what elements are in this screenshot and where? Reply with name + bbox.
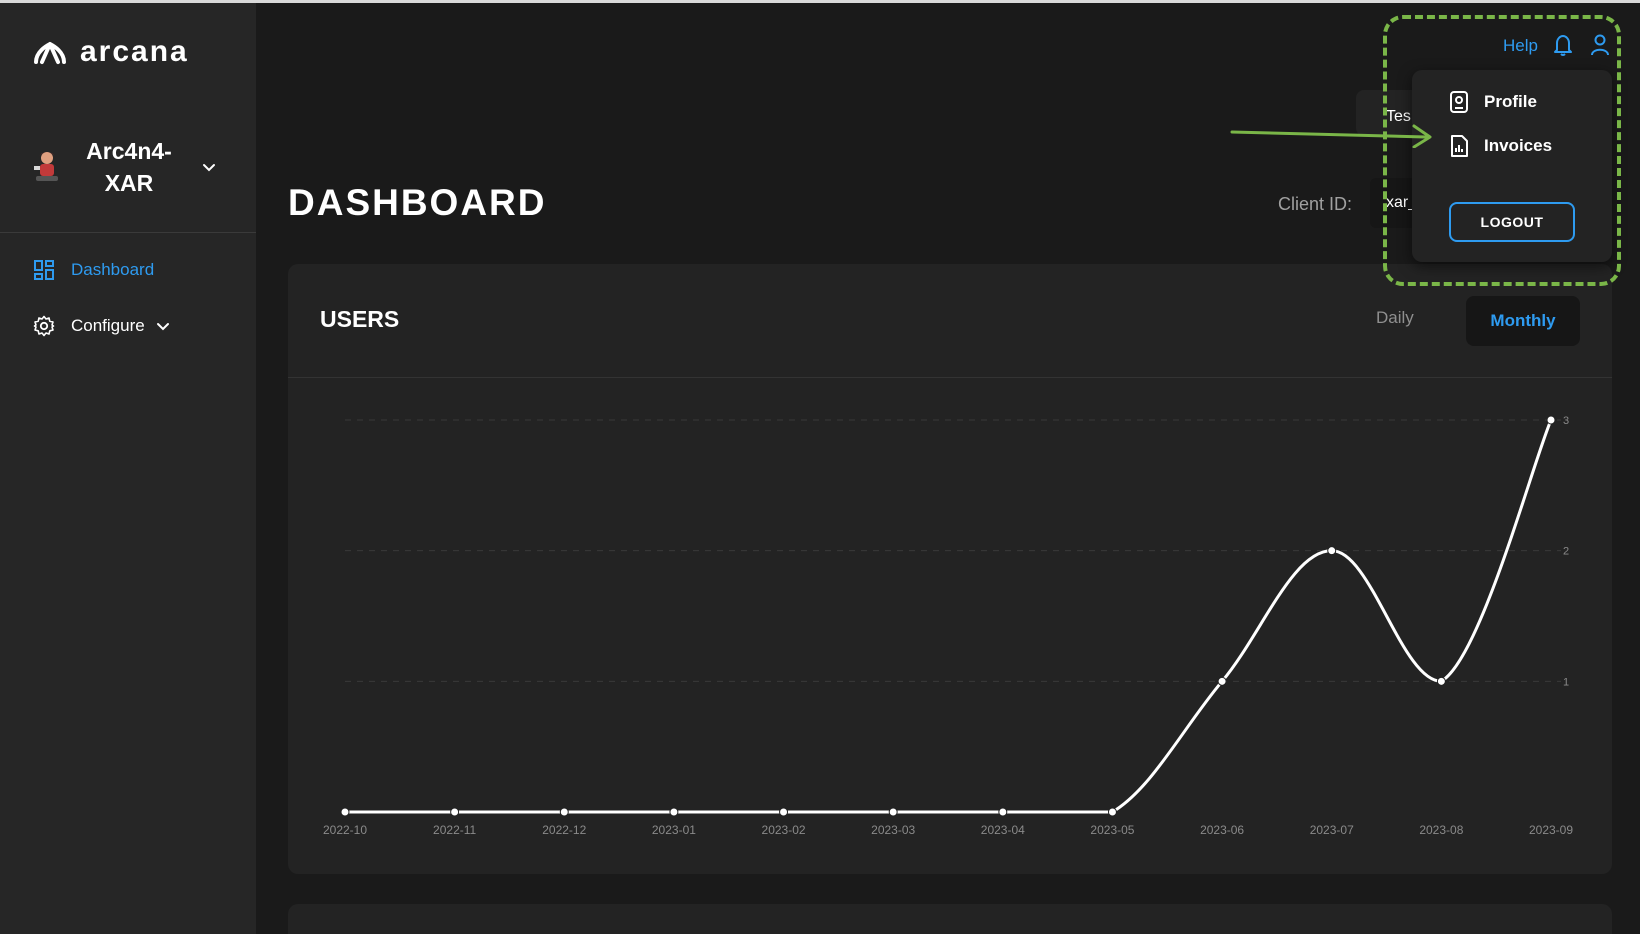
data-point — [669, 807, 679, 817]
gear-icon — [33, 315, 55, 337]
y-tick-label: 3 — [1563, 415, 1569, 427]
dashboard-icon — [34, 260, 54, 280]
sidebar-item-dashboard[interactable]: Dashboard — [33, 259, 154, 281]
x-tick-label: 2023-05 — [1090, 823, 1134, 837]
logout-button[interactable]: LOGOUT — [1449, 202, 1575, 242]
brand-name: arcana — [80, 35, 189, 68]
x-tick-label: 2023-02 — [762, 823, 806, 837]
menu-item-profile[interactable]: Profile — [1448, 90, 1537, 114]
users-card: USERS Daily Monthly 1 2 3 2022-10 2022-11 202… — [288, 264, 1612, 874]
sidebar: arcana Arc4n4-XAR Dashboard Configure — [0, 3, 256, 934]
sidebar-item-configure[interactable]: Configure — [33, 315, 171, 337]
series-line-users — [344, 419, 1553, 814]
user-icon[interactable] — [1589, 33, 1611, 57]
x-tick-label: 2023-03 — [871, 823, 915, 837]
chevron-down-icon — [156, 323, 169, 331]
y-tick-label: 2 — [1563, 546, 1569, 558]
arcana-logo-icon — [34, 42, 66, 64]
data-point — [1436, 676, 1446, 686]
x-tick-label: 2023-07 — [1310, 823, 1354, 837]
client-id-label: Client ID: — [1278, 194, 1353, 214]
menu-item-label: Invoices — [1484, 136, 1553, 155]
bell-icon[interactable] — [1552, 33, 1574, 57]
x-tick-label: 2022-12 — [542, 823, 586, 837]
x-tick-label: 2023-06 — [1200, 823, 1244, 837]
x-tick-label: 2022-11 — [433, 823, 476, 837]
y-tick-label: 1 — [1563, 676, 1569, 688]
user-menu-dropdown: Profile Invoices LOGOUT — [1412, 70, 1612, 262]
data-point — [1217, 676, 1227, 686]
invoice-icon — [1451, 135, 1468, 157]
help-link[interactable]: Help — [1503, 36, 1538, 56]
x-tick-label: 2022-10 — [323, 823, 367, 837]
page-title: DASHBOARD — [288, 182, 547, 223]
sidebar-item-label: Dashboard — [71, 260, 155, 279]
x-tick-label: 2023-01 — [652, 823, 696, 837]
sidebar-divider — [0, 232, 256, 233]
menu-item-invoices[interactable]: Invoices — [1448, 134, 1552, 158]
app-name: Arc4n4-XAR — [86, 138, 172, 196]
profile-icon — [1450, 91, 1468, 113]
secondary-card — [288, 904, 1612, 934]
data-point — [1327, 546, 1337, 556]
data-point — [779, 807, 789, 817]
data-point — [998, 807, 1008, 817]
brand-logo[interactable]: arcana — [32, 35, 189, 69]
users-line-chart: 1 2 3 2022-10 2022-11 2022-12 2023-01 2023-02 20… — [323, 415, 1573, 837]
data-point — [559, 807, 569, 817]
data-point — [1107, 807, 1117, 817]
menu-item-label: Profile — [1484, 92, 1537, 111]
data-point — [888, 807, 898, 817]
annotation-arrow — [1230, 124, 1432, 148]
data-point — [1546, 415, 1556, 425]
app-avatar-icon — [34, 152, 58, 181]
x-tick-label: 2023-08 — [1419, 823, 1463, 837]
data-point — [450, 807, 460, 817]
chevron-down-icon[interactable] — [200, 158, 218, 176]
app-switcher[interactable]: Arc4n4-XAR — [30, 131, 230, 203]
sidebar-item-label: Configure — [71, 316, 145, 335]
x-tick-label: 2023-04 — [981, 823, 1025, 837]
x-tick-label: 2023-09 — [1529, 823, 1573, 837]
data-point — [340, 807, 350, 817]
